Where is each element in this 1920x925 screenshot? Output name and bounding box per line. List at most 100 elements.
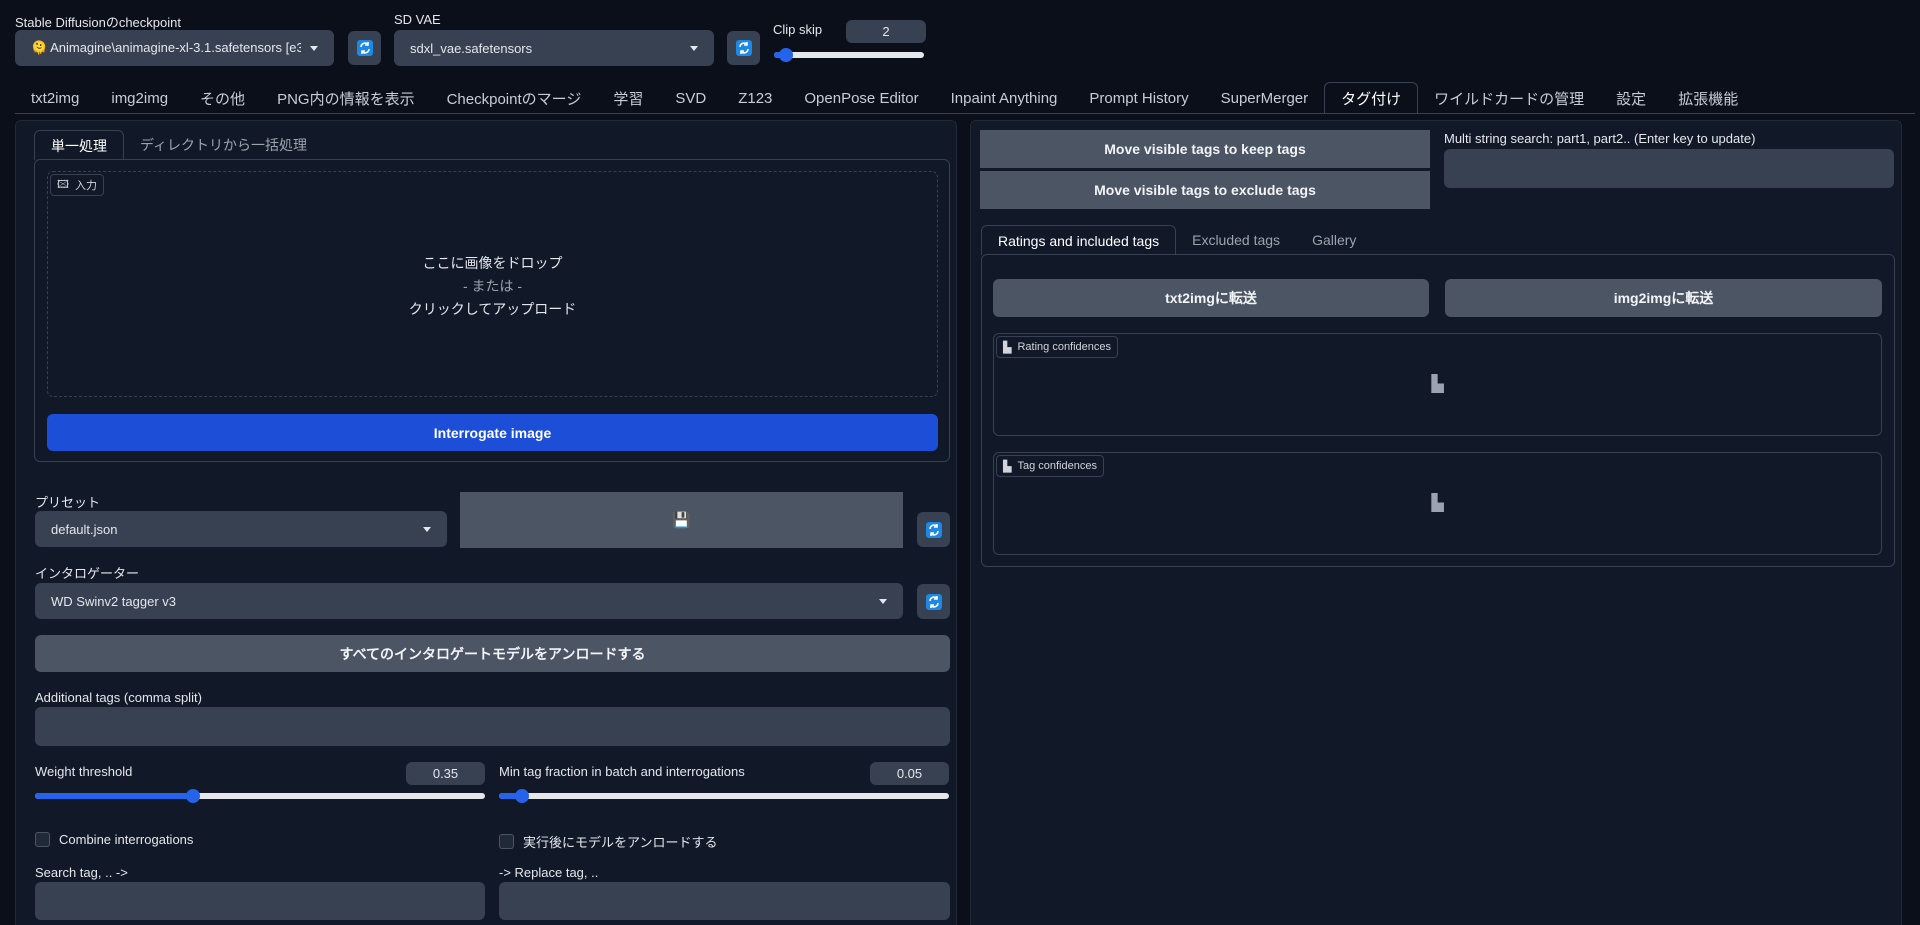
combine-interrogations-label: Combine interrogations [59,832,194,847]
tab-5[interactable]: 学習 [597,82,659,114]
tag-confidences-label: Tag confidences [1017,460,1097,472]
clip-skip-label: Clip skip [773,22,823,37]
chevron-down-icon [310,45,318,51]
combine-interrogations-checkbox[interactable] [35,832,50,847]
rating-confidences-label: Rating confidences [1017,341,1112,353]
rating-confidences-box: ▙ Rating confidences ▙ [993,333,1882,436]
unload-all-models-button[interactable]: すべてのインタロゲートモデルをアンロードする [35,635,950,672]
left-subtabs: 単一処理 ディレクトリから一括処理 [34,130,323,160]
move-to-keep-button[interactable]: Move visible tags to keep tags [980,130,1430,168]
interrogator-dropdown[interactable]: WD Swinv2 tagger v3 [35,583,903,619]
unload-after-option[interactable]: 実行後にモデルをアンロードする [499,832,717,851]
interrogator-label: インタロゲーター [35,566,140,581]
min-tag-fraction-label: Min tag fraction in batch and interrogat… [499,764,745,779]
tab-15[interactable]: 拡張機能 [1662,82,1754,114]
combine-interrogations-option[interactable]: Combine interrogations [35,832,193,847]
preset-value: default.json [51,521,118,537]
interrogator-value: WD Swinv2 tagger v3 [51,593,176,609]
rating-confidences-chip: ▙ Rating confidences [996,336,1119,358]
tab-4[interactable]: Checkpointのマージ [431,82,598,114]
tab-divider [15,113,1915,114]
tag-confidences-box: ▙ Tag confidences ▙ [993,452,1882,555]
empty-chart-icon: ▙ [1431,495,1444,512]
tab-13[interactable]: ワイルドカードの管理 [1418,82,1600,114]
clip-skip-number[interactable]: 2 [846,20,926,43]
tab-ratings-included[interactable]: Ratings and included tags [981,225,1177,255]
tab-12[interactable]: タグ付け [1324,82,1419,114]
weight-threshold-label: Weight threshold [35,764,133,779]
refresh-icon [925,521,942,538]
tab-0[interactable]: txt2img [15,82,95,114]
refresh-checkpoint-button[interactable] [348,31,381,65]
right-subtabs: Ratings and included tags Excluded tags … [981,225,1372,255]
search-tag-label: Search tag, .. -> [35,865,128,880]
replace-tag-label: -> Replace tag, .. [499,865,599,880]
drop-or-text: - または - [462,278,523,294]
click-upload-text: クリックしてアップロード [408,301,577,317]
checkpoint-label: Stable Diffusionのcheckpoint [15,15,181,30]
refresh-icon [735,40,752,56]
unload-after-label: 実行後にモデルをアンロードする [523,835,718,850]
tab-9[interactable]: Inpaint Anything [935,82,1074,114]
refresh-icon [356,40,373,56]
main-tab-bar: txt2img img2img その他 PNG内の情報を表示 Checkpointのマー… [15,82,1920,114]
tab-3[interactable]: PNG内の情報を表示 [261,82,431,114]
refresh-vae-button[interactable] [727,31,760,65]
chevron-down-icon [423,526,431,532]
bar-chart-icon: ▙ [1003,341,1012,354]
checkpoint-dropdown[interactable]: 🫠 Animagine\animagine-xl-3.1.safetensors… [15,30,334,66]
chevron-down-icon [879,598,887,604]
tab-14[interactable]: 設定 [1600,82,1662,114]
min-tag-fraction-number[interactable]: 0.05 [870,762,949,785]
image-icon: 🖾 [57,178,69,191]
slider-thumb[interactable] [514,789,529,803]
send-to-img2img-button[interactable]: img2imgに転送 [1445,279,1882,317]
tab-single[interactable]: 単一処理 [34,130,124,160]
slider-thumb[interactable] [779,48,793,62]
preset-dropdown[interactable]: default.json [35,511,447,547]
floppy-disk-icon: 💾 [672,512,691,529]
image-drop-zone[interactable]: 🖾 入力 ここに画像をドロップ - または - クリックしてアップロード [47,171,938,397]
refresh-interrogator-button[interactable] [917,584,950,619]
vae-dropdown[interactable]: sdxl_vae.safetensors [394,30,714,66]
tab-1[interactable]: img2img [95,82,184,114]
weight-threshold-number[interactable]: 0.35 [406,762,485,785]
tab-batch[interactable]: ディレクトリから一括処理 [124,130,323,160]
move-to-exclude-button[interactable]: Move visible tags to exclude tags [980,171,1430,209]
interrogate-button[interactable]: Interrogate image [47,414,938,451]
tab-8[interactable]: OpenPose Editor [788,82,934,114]
clip-skip-slider[interactable] [774,48,924,62]
tab-10[interactable]: Prompt History [1073,82,1204,114]
checkpoint-value: 🫠 Animagine\animagine-xl-3.1.safetensors… [31,40,301,55]
tab-7[interactable]: Z123 [722,82,788,114]
additional-tags-label: Additional tags (comma split) [35,690,202,705]
chevron-down-icon [690,45,698,51]
refresh-icon [925,593,942,610]
tab-gallery[interactable]: Gallery [1296,225,1372,255]
bar-chart-icon: ▙ [1003,460,1012,473]
slider-thumb[interactable] [185,789,200,803]
unload-after-checkbox[interactable] [499,834,514,849]
min-tag-fraction-slider[interactable] [499,789,949,803]
tab-6[interactable]: SVD [659,82,722,114]
search-tag-input[interactable] [35,882,485,920]
refresh-preset-button[interactable] [917,512,950,547]
vae-value: sdxl_vae.safetensors [410,40,533,56]
drop-text: ここに画像をドロップ [422,255,563,271]
tab-11[interactable]: SuperMerger [1205,82,1325,114]
weight-threshold-slider[interactable] [35,789,485,803]
additional-tags-input[interactable] [35,707,950,746]
replace-tag-input[interactable] [499,882,950,920]
multi-search-label: Multi string search: part1, part2.. (Ent… [1444,131,1756,146]
input-chip-label: 入力 [74,180,97,192]
empty-chart-icon: ▙ [1431,376,1444,393]
vae-label: SD VAE [394,12,441,27]
tab-excluded[interactable]: Excluded tags [1176,225,1296,255]
save-preset-button[interactable]: 💾 [460,492,903,548]
input-chip: 🖾 入力 [50,174,104,196]
tab-2[interactable]: その他 [184,82,261,114]
tag-confidences-chip: ▙ Tag confidences [996,455,1104,477]
preset-label: プリセット [35,495,101,510]
multi-search-input[interactable] [1444,149,1894,188]
send-to-txt2img-button[interactable]: txt2imgに転送 [993,279,1429,317]
